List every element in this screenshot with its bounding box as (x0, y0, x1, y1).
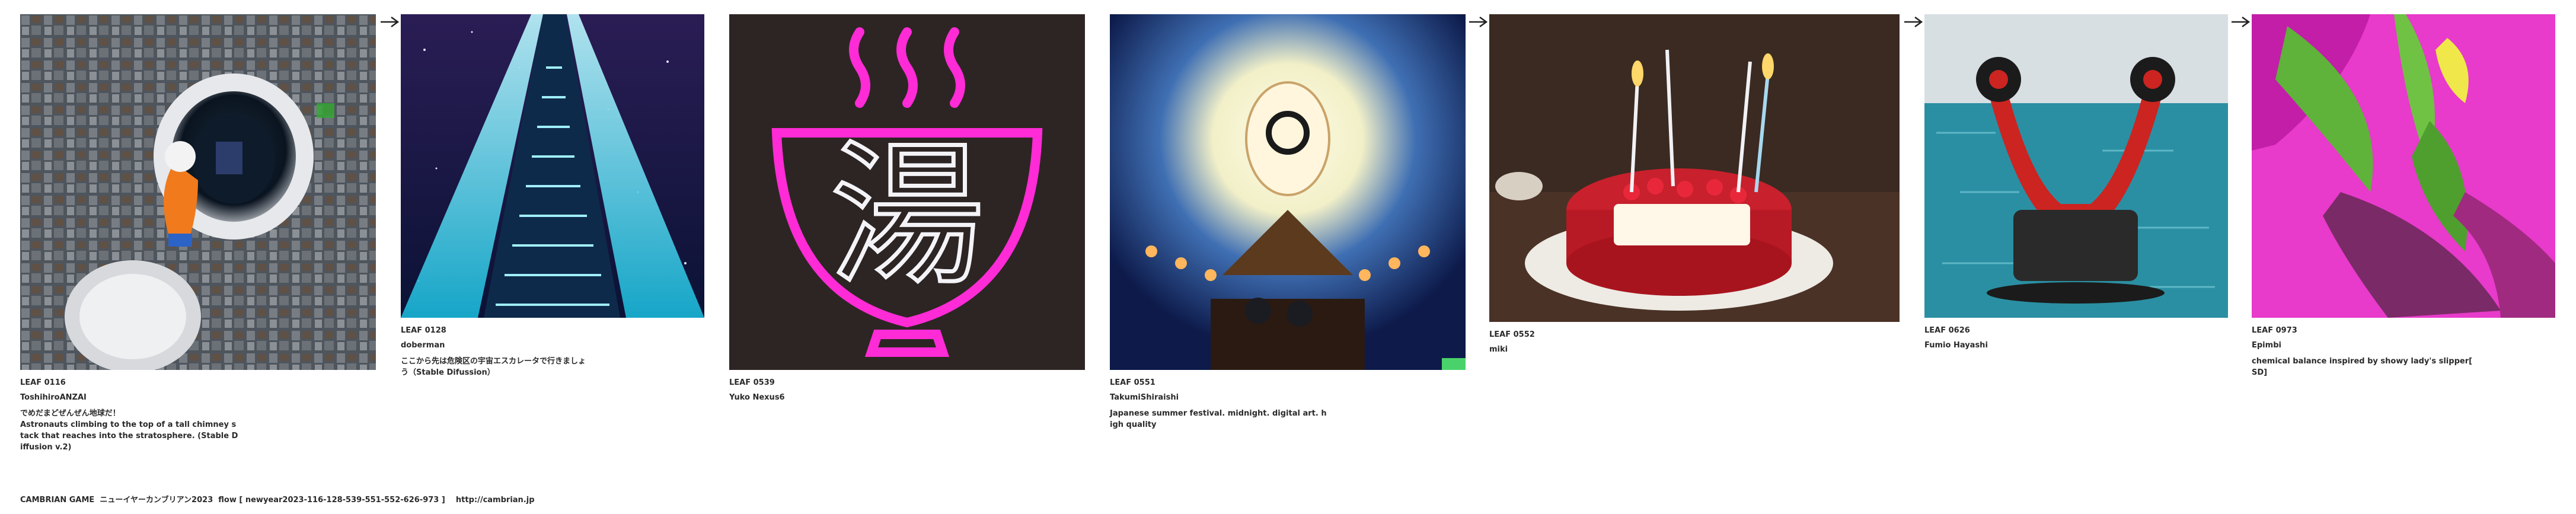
author-link[interactable]: ToshihiroANZAI (20, 392, 376, 403)
neon-sign-text: 湯 (830, 127, 984, 306)
card-leaf-0128[interactable]: LEAF 0128 doberman ここから先は危険区の宇宙エスカレータで行き… (401, 14, 704, 378)
flow-arrow-icon (381, 16, 400, 28)
card-leaf-0626[interactable]: LEAF 0626 Fumio Hayashi (1924, 14, 2228, 356)
leaf-number: LEAF 0116 (20, 378, 66, 387)
card-leaf-0552[interactable]: LEAF 0552 miki (1489, 14, 1900, 360)
author-link[interactable]: TakumiShiraishi (1110, 392, 1466, 403)
author-link[interactable]: Epimbi (2252, 340, 2555, 351)
card-leaf-0973[interactable]: LEAF 0973 Epimbi chemical balance inspir… (2252, 14, 2555, 378)
caption: でめだまどぜんぜん地球だ！ Astronauts climbing to the… (20, 409, 238, 452)
escalator-image[interactable] (401, 14, 704, 318)
flow-arrow-icon (1904, 16, 1923, 28)
leaf-number: LEAF 0552 (1489, 330, 1535, 339)
festival-image[interactable] (1110, 14, 1466, 370)
orchid-image[interactable] (2252, 14, 2555, 318)
author-link[interactable]: Fumio Hayashi (1924, 340, 2228, 351)
card-leaf-0551[interactable]: LEAF 0551 TakumiShiraishi Japanese summe… (1110, 14, 1466, 430)
author-link[interactable]: Yuko Nexus6 (729, 392, 1085, 403)
author-link[interactable]: doberman (401, 340, 704, 351)
leaf-number: LEAF 0539 (729, 378, 775, 387)
flow-arrow-icon (2232, 16, 2251, 28)
sea-robot-image[interactable] (1924, 14, 2228, 318)
card-leaf-0116[interactable]: LEAF 0116 ToshihiroANZAI でめだまどぜんぜん地球だ！ A… (20, 14, 376, 453)
neon-sign-image[interactable]: 湯 (729, 14, 1085, 370)
author-link[interactable]: miki (1489, 344, 1900, 355)
leaf-number: LEAF 0551 (1110, 378, 1155, 387)
flow-arrow-icon (1469, 16, 1488, 28)
leaf-number: LEAF 0626 (1924, 326, 1970, 335)
astronaut-image[interactable] (20, 14, 376, 370)
leaf-number: LEAF 0973 (2252, 326, 2297, 335)
caption: Japanese summer festival. midnight. digi… (1110, 409, 1327, 429)
cake-image[interactable] (1489, 14, 1900, 322)
leaf-number: LEAF 0128 (401, 326, 446, 335)
caption: chemical balance inspired by showy lady'… (2252, 357, 2473, 377)
card-leaf-0539[interactable]: 湯 LEAF 0539 Yuko Nexus6 (729, 14, 1085, 408)
caption: ここから先は危険区の宇宙エスカレータで行きましょ う（Stable Difuss… (401, 357, 586, 377)
footer-flow-info: CAMBRIAN GAME ニューイヤーカンブリアン2023 flow [ ne… (20, 496, 535, 505)
